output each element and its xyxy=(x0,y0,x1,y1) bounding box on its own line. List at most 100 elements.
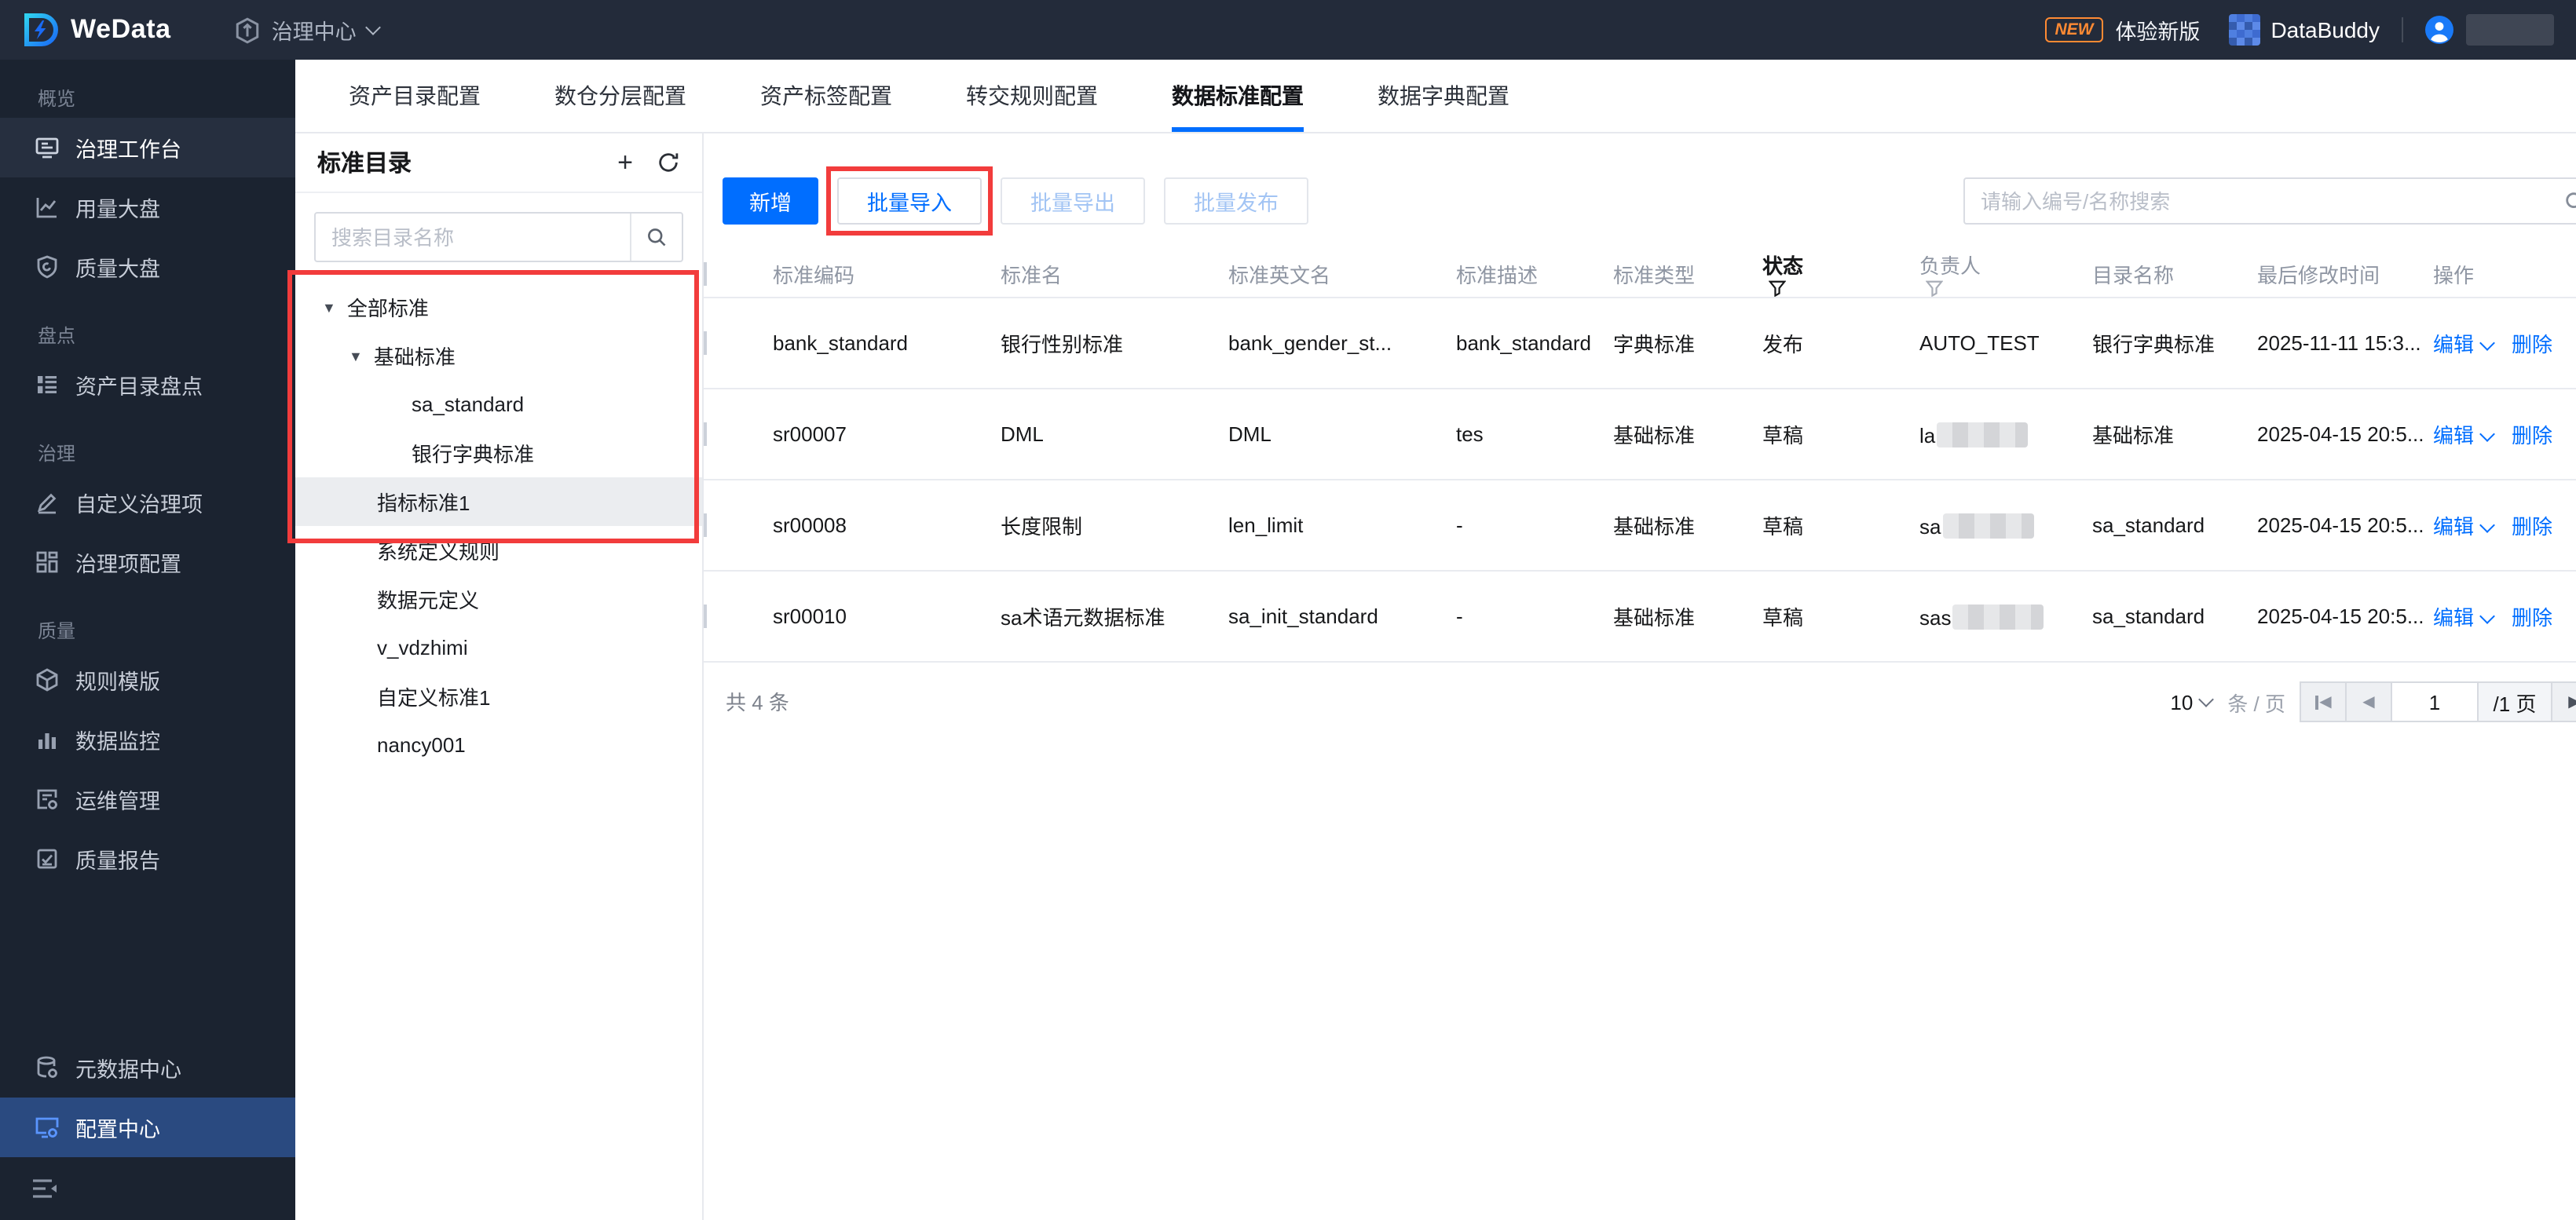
tree-item-nancy001[interactable]: nancy001 xyxy=(295,721,702,769)
sidebar-item-governance-workbench[interactable]: 治理工作台 xyxy=(0,118,295,177)
cell-owner: la xyxy=(1919,422,2092,447)
cell-desc: tes xyxy=(1456,422,1484,446)
tree-item-v-vdzhimi[interactable]: v_vdzhimi xyxy=(295,623,702,672)
sidebar-item-metadata-center[interactable]: 元数据中心 xyxy=(0,1038,295,1098)
edit-link[interactable]: 编辑 xyxy=(2433,515,2474,539)
tree-item-data-element-definition[interactable]: 数据元定义 xyxy=(295,575,702,623)
sidebar-item-asset-catalog-inventory[interactable]: 资产目录盘点 xyxy=(0,355,295,415)
tree-item-indicator-standard1[interactable]: 指标标准1 xyxy=(295,477,702,526)
sidebar-item-rule-templates[interactable]: 规则模版 xyxy=(0,650,295,710)
masked-owner xyxy=(1942,513,2034,538)
user-avatar-icon[interactable] xyxy=(2425,16,2453,44)
batch-import-button[interactable]: 批量导入 xyxy=(837,177,982,225)
add-standard-button[interactable]: 新增 xyxy=(723,177,818,225)
sidebar-group-inventory: 盘点 xyxy=(38,325,76,347)
col-standard-en-name: 标准英文名 xyxy=(1228,263,1331,287)
sidebar-item-usage-dashboard[interactable]: 用量大盘 xyxy=(0,177,295,237)
sidebar-item-quality-dashboard[interactable]: 质量大盘 xyxy=(0,237,295,297)
cube-icon xyxy=(35,667,60,692)
tree-item-all-standards[interactable]: ▼ 全部标准 xyxy=(295,283,702,331)
chevron-down-icon[interactable] xyxy=(2479,426,2495,442)
col-actions: 操作 xyxy=(2433,263,2475,287)
add-catalog-icon[interactable]: + xyxy=(617,149,633,176)
table-row: sr00007 DML DML tes 基础标准 草稿 la 基础标准 2025… xyxy=(704,389,2576,480)
tree-item-system-defined-rules[interactable]: 系统定义规则 xyxy=(295,526,702,575)
tab-asset-catalog-config[interactable]: 资产目录配置 xyxy=(349,60,481,132)
tab-warehouse-layer-config[interactable]: 数仓分层配置 xyxy=(554,60,686,132)
caret-down-icon[interactable]: ▼ xyxy=(322,299,336,315)
delete-link[interactable]: 删除 xyxy=(2512,424,2552,447)
row-checkbox[interactable] xyxy=(704,422,707,446)
refresh-icon[interactable] xyxy=(657,151,680,174)
filter-icon[interactable] xyxy=(1926,279,1943,297)
tab-asset-tag-config[interactable]: 资产标签配置 xyxy=(760,60,892,132)
catalog-search-input[interactable] xyxy=(316,224,630,250)
next-page-button[interactable]: ▶ xyxy=(2551,681,2576,722)
chevron-down-icon[interactable] xyxy=(2479,608,2495,624)
databuddy-link[interactable]: DataBuddy xyxy=(2270,17,2380,42)
caret-down-icon[interactable]: ▼ xyxy=(349,348,363,363)
sidebar-item-ops-management[interactable]: 运维管理 xyxy=(0,769,295,829)
tab-transfer-rule-config[interactable]: 转交规则配置 xyxy=(966,60,1098,132)
masked-username[interactable] xyxy=(2466,14,2554,46)
current-page-input[interactable] xyxy=(2391,681,2479,722)
tree-item-bank-dictionary[interactable]: 银行字典标准 xyxy=(295,429,702,477)
delete-link[interactable]: 删除 xyxy=(2512,333,2552,356)
catalog-search-button[interactable] xyxy=(630,214,682,261)
cell-modified: 2025-11-11 15:3... xyxy=(2257,331,2421,355)
product-switcher[interactable]: 治理中心 xyxy=(234,14,381,46)
batch-publish-button[interactable]: 批量发布 xyxy=(1164,177,1308,225)
sidebar-item-quality-report[interactable]: 质量报告 xyxy=(0,829,295,889)
sidebar-collapse-button[interactable] xyxy=(0,1157,295,1220)
tab-data-standard-config[interactable]: 数据标准配置 xyxy=(1172,60,1304,132)
try-new-version-link[interactable]: 体验新版 xyxy=(2115,14,2200,46)
product-switcher-label: 治理中心 xyxy=(271,20,357,44)
page-size-select[interactable]: 10 xyxy=(2170,690,2215,714)
cell-desc: - xyxy=(1456,605,1463,628)
cell-en-name: len_limit xyxy=(1228,513,1304,537)
cell-en-name: bank_gender_st... xyxy=(1228,331,1392,355)
sidebar-group-quality: 质量 xyxy=(38,620,76,642)
chevron-down-icon[interactable] xyxy=(2479,517,2495,533)
sidebar-item-governance-config[interactable]: 治理项配置 xyxy=(0,532,295,592)
sidebar-item-label: 数据监控 xyxy=(75,730,160,754)
tree-item-label: sa_standard xyxy=(412,393,525,416)
edit-link[interactable]: 编辑 xyxy=(2433,424,2474,447)
tree-item-sa-standard[interactable]: sa_standard xyxy=(295,380,702,429)
cell-name: 长度限制 xyxy=(1001,515,1083,539)
chevron-down-icon[interactable] xyxy=(2479,335,2495,351)
cell-status: 草稿 xyxy=(1762,606,1804,630)
search-icon[interactable] xyxy=(2563,190,2576,214)
row-checkbox[interactable] xyxy=(704,331,707,355)
delete-link[interactable]: 删除 xyxy=(2512,515,2552,539)
tree-item-label: 数据元定义 xyxy=(377,589,480,612)
row-checkbox[interactable] xyxy=(704,605,707,628)
search-icon xyxy=(648,228,666,247)
filter-icon[interactable] xyxy=(1769,279,1786,297)
cell-en-name: DML xyxy=(1228,422,1272,446)
prev-page-button[interactable]: ◀ xyxy=(2345,681,2392,722)
standard-search-input[interactable] xyxy=(1965,188,2576,214)
edit-link[interactable]: 编辑 xyxy=(2433,333,2474,356)
cell-name: 银行性别标准 xyxy=(1001,333,1124,356)
table-row: sr00008 长度限制 len_limit - 基础标准 草稿 sa sa_s… xyxy=(704,480,2576,572)
first-page-button[interactable]: ◀ xyxy=(2300,681,2347,722)
sidebar-item-custom-governance[interactable]: 自定义治理项 xyxy=(0,473,295,532)
wedata-logo-icon[interactable] xyxy=(22,11,60,49)
batch-export-button[interactable]: 批量导出 xyxy=(1001,177,1145,225)
grid-icon xyxy=(35,550,60,575)
edit-link[interactable]: 编辑 xyxy=(2433,606,2474,630)
sidebar-item-data-monitoring[interactable]: 数据监控 xyxy=(0,710,295,769)
masked-owner xyxy=(1937,422,2029,447)
cell-owner: sa xyxy=(1919,513,2092,538)
sidebar-group-governance: 治理 xyxy=(38,443,76,465)
row-checkbox[interactable] xyxy=(704,513,707,537)
tree-item-custom-standard1[interactable]: 自定义标准1 xyxy=(295,672,702,721)
delete-link[interactable]: 删除 xyxy=(2512,606,2552,630)
select-all-checkbox[interactable] xyxy=(704,261,707,285)
tab-data-dictionary-config[interactable]: 数据字典配置 xyxy=(1378,60,1509,132)
tree-item-basic-standards[interactable]: ▼ 基础标准 xyxy=(295,331,702,380)
sidebar-item-config-center[interactable]: 配置中心 xyxy=(0,1098,295,1157)
cell-catalog: 基础标准 xyxy=(2092,424,2175,447)
pencil-icon xyxy=(35,490,60,515)
